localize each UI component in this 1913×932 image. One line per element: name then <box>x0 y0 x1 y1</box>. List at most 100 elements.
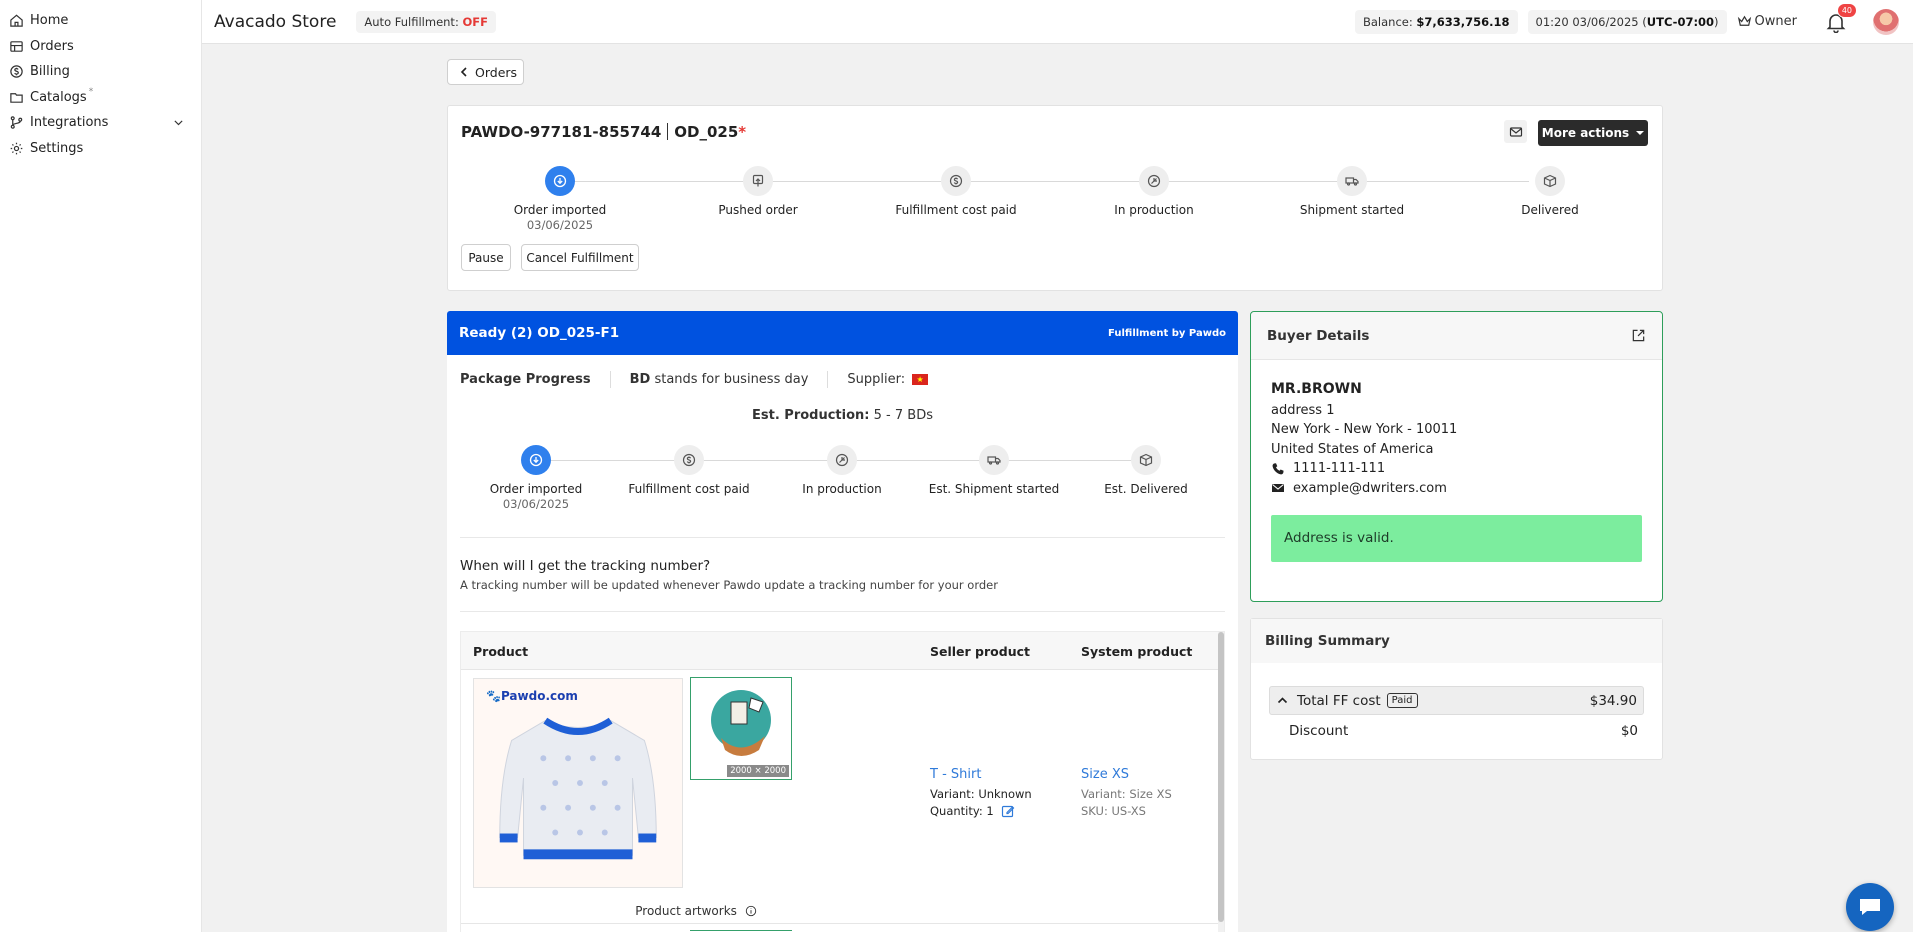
sidebar-item-billing[interactable]: Billing <box>0 59 201 85</box>
order-summary-card: PAWDO-977181-855744 OD_025* More actions … <box>447 105 1663 291</box>
package-step-shipment: Est. Shipment started <box>914 445 1074 496</box>
sidebar-item-label: Billing <box>30 64 70 80</box>
chevron-up-icon[interactable] <box>1276 694 1289 707</box>
step-label: Est. Delivered <box>1104 482 1188 496</box>
edit-icon[interactable] <box>1001 804 1015 818</box>
step-label: In production <box>802 482 882 496</box>
chevron-left-icon <box>460 67 467 77</box>
order-step-imported: Order imported 03/06/2025 <box>480 166 640 232</box>
vietnam-flag-icon: ★ <box>912 374 929 385</box>
role-menu[interactable]: Owner <box>1737 14 1797 29</box>
est-production: Est. Production: 5 - 7 BDs <box>447 408 1238 423</box>
email-button[interactable] <box>1504 120 1527 143</box>
step-date: 03/06/2025 <box>526 218 594 232</box>
seller-quantity-row: Quantity: 1 <box>930 804 1032 818</box>
product-image[interactable]: 🐾Pawdo.com <box>473 678 683 888</box>
auto-fulfillment-label: Auto Fulfillment: <box>364 14 459 29</box>
orders-icon <box>10 40 23 52</box>
package-title: Ready (2) OD_025-F1 <box>459 325 620 341</box>
step-date: 03/06/2025 <box>502 497 570 511</box>
sidebar-item-catalogs[interactable]: Catalogs * <box>0 85 201 111</box>
sidebar-item-orders[interactable]: Orders <box>0 34 201 60</box>
order-step-delivered: Delivered <box>1470 166 1630 217</box>
bd-explanation: stands for business day <box>654 372 809 387</box>
step-circle <box>674 445 704 475</box>
production-icon <box>835 453 849 467</box>
est-production-label: Est. Production: <box>752 408 870 423</box>
datetime-value: 01:20 03/06/2025 <box>1535 14 1639 29</box>
step-label: Est. Shipment started <box>928 482 1060 496</box>
auto-fulfillment-status[interactable]: Auto Fulfillment: OFF <box>356 10 496 33</box>
artwork-size-badge: 2000 × 2000 <box>727 765 789 777</box>
product-table: Product Seller product System product 🐾P… <box>460 631 1225 932</box>
tracking-question: When will I get the tracking number? <box>460 558 711 574</box>
new-indicator: * <box>88 87 94 98</box>
sidebar-item-settings[interactable]: Settings <box>0 136 201 162</box>
package-step-cost-paid: Fulfillment cost paid <box>609 445 769 496</box>
pause-button[interactable]: Pause <box>461 244 511 271</box>
system-product-link[interactable]: Size XS <box>1081 767 1172 782</box>
billing-icon <box>10 65 23 78</box>
artwork-thumbnail[interactable]: 2000 × 2000 <box>690 677 792 780</box>
order-step-production: In production <box>1074 166 1234 217</box>
total-ff-cost-row[interactable]: Total FF cost Paid $34.90 <box>1269 686 1644 715</box>
sidebar-item-integrations[interactable]: Integrations <box>0 110 201 136</box>
col-product: Product <box>473 644 529 659</box>
billing-summary-card: Billing Summary Total FF cost Paid $34.9… <box>1250 618 1663 760</box>
edit-external-icon[interactable] <box>1631 328 1646 343</box>
download-icon <box>553 174 567 188</box>
divider <box>460 611 1225 612</box>
buyer-city-line: New York - New York - 10011 <box>1271 422 1458 437</box>
chat-icon <box>1860 899 1880 915</box>
system-sku: SKU: US-XS <box>1081 804 1146 818</box>
back-to-orders-button[interactable]: Orders <box>447 59 524 85</box>
more-actions-label: More actions <box>1541 126 1630 140</box>
order-step-shipment: Shipment started <box>1272 166 1432 217</box>
product-artworks-label: Product artworks <box>461 904 931 918</box>
avatar[interactable] <box>1873 8 1899 35</box>
chevron-down-icon[interactable] <box>172 116 185 129</box>
package-step-production: In production <box>762 445 922 496</box>
production-icon <box>1147 174 1161 188</box>
system-variant: Variant: Size XS <box>1081 787 1172 801</box>
seller-quantity: Quantity: 1 <box>930 804 994 818</box>
system-product-cell: Size XS Variant: Size XS SKU: US-XS <box>1081 767 1172 818</box>
supplier-label: Supplier: <box>847 372 906 387</box>
sidebar-item-label: Catalogs <box>30 89 87 105</box>
chat-button[interactable] <box>1846 883 1894 931</box>
artwork-image <box>711 690 771 756</box>
more-actions-button[interactable]: More actions <box>1538 120 1648 146</box>
order-ref: OD_025 <box>674 123 739 141</box>
balance-value: $7,633,756.18 <box>1416 14 1510 29</box>
datetime-display: 01:20 03/06/2025 (UTC-07:00) <box>1527 9 1727 34</box>
truck-icon <box>987 456 1001 465</box>
buyer-details-card: Buyer Details MR.BROWN address 1 New Yor… <box>1250 311 1663 602</box>
step-label: Pushed order <box>718 203 798 217</box>
step-circle <box>941 166 971 196</box>
address-valid-banner: Address is valid. <box>1271 515 1642 562</box>
step-label: Shipment started <box>1299 203 1405 217</box>
email-icon <box>1272 484 1284 493</box>
sidebar-item-home[interactable]: Home <box>0 8 201 34</box>
seller-product-link[interactable]: T - Shirt <box>930 767 1032 782</box>
col-seller-product: Seller product <box>930 644 1030 659</box>
crown-icon <box>1737 15 1751 26</box>
buyer-email: example@dwriters.com <box>1293 480 1447 496</box>
dollar-icon <box>682 453 696 467</box>
table-scrollbar[interactable] <box>1218 632 1224 932</box>
cancel-fulfillment-button[interactable]: Cancel Fulfillment <box>521 244 639 271</box>
info-icon[interactable] <box>745 905 757 917</box>
order-step-cost-paid: Fulfillment cost paid <box>876 166 1036 217</box>
topbar: Avacado Store Auto Fulfillment: OFF Bala… <box>202 0 1913 44</box>
order-title: PAWDO-977181-855744 OD_025* <box>461 123 746 141</box>
order-step-pushed: Pushed order <box>678 166 838 217</box>
step-circle <box>1535 166 1565 196</box>
auto-fulfillment-value: OFF <box>462 14 488 29</box>
step-circle <box>1337 166 1367 196</box>
package-progress-label: Package Progress <box>460 372 591 387</box>
bd-abbreviation: BD <box>629 372 651 387</box>
box-icon <box>1543 174 1557 188</box>
notifications-button[interactable]: 40 <box>1825 2 1857 33</box>
discount-value: $0 <box>1620 723 1638 739</box>
package-step-delivered: Est. Delivered <box>1066 445 1226 496</box>
